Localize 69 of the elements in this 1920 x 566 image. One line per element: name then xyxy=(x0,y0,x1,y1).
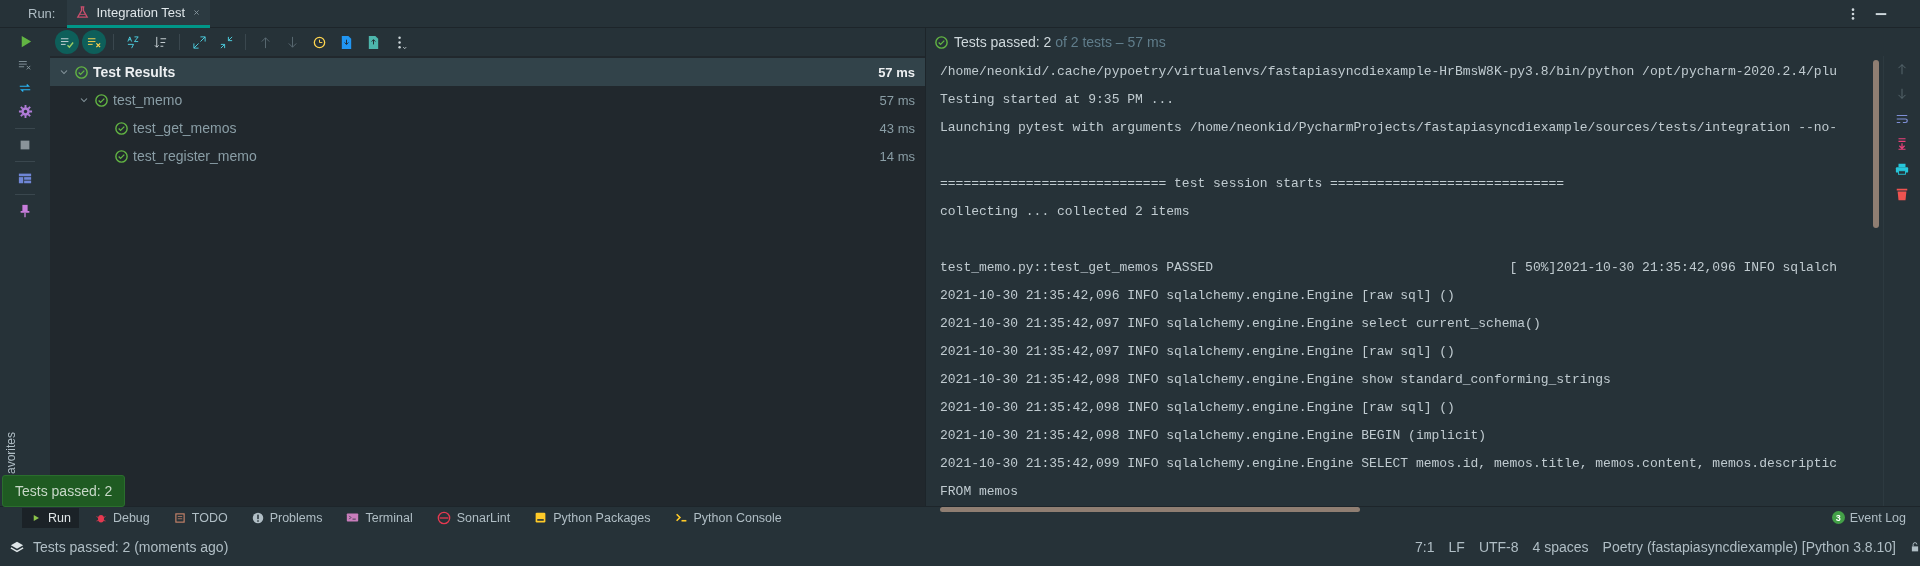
trash-icon[interactable] xyxy=(1895,187,1909,201)
favorites-label[interactable]: avorites xyxy=(4,431,18,474)
console-line: ============================= test session starts ============================== xyxy=(940,176,1565,191)
console-line: 2021-10-30 21:35:42,098 INFO sqlalchemy.engine.Engine BEGIN (implicit) xyxy=(940,428,1487,443)
horizontal-scrollbar[interactable] xyxy=(940,507,1360,512)
status-item[interactable]: 4 spaces xyxy=(1532,539,1589,556)
console-line: 2021-10-30 21:35:42,098 INFO sqlalchemy.engine.Engine show standard_conforming_strings xyxy=(940,372,1611,387)
console-line: 2021-10-30 21:35:42,098 INFO sqlalchemy.engine.Engine [raw sql] () xyxy=(940,400,1455,415)
list-box-icon[interactable] xyxy=(173,511,186,524)
print-icon[interactable] xyxy=(1895,162,1909,176)
console-line: 2021-10-30 21:35:42,099 INFO sqlalchemy.engine.Engine SELECT memos.id, memos.title, memos.content, memos.descriptic xyxy=(940,456,1838,471)
collapse-icon[interactable] xyxy=(218,34,234,50)
run-label: Run: xyxy=(28,6,56,21)
layout-icon[interactable] xyxy=(18,171,32,185)
console-line: 2021-10-30 21:35:42,097 INFO sqlalchemy.engine.Engine select current_schema() xyxy=(940,316,1541,331)
pin-icon[interactable] xyxy=(18,204,32,218)
exclamation-icon[interactable] xyxy=(251,511,264,524)
check-circle-icon xyxy=(74,64,89,80)
console-line: test_memo.py::test_get_memos PASSED [ 50%]2021-10-30 21:35:42,096 INFO sqlalch xyxy=(940,260,1838,275)
event-log-button[interactable]: Event Log xyxy=(1849,510,1906,525)
test-tree-row[interactable]: test_get_memos 43 ms xyxy=(50,114,925,142)
tool-window-tab[interactable]: SonarLint xyxy=(428,507,519,528)
test-tree-row[interactable]: test_register_memo 14 ms xyxy=(50,142,925,170)
console-line: Launching pytest with arguments /home/neonkid/PycharmProjects/fastapiasyncdiexample/sources/tests/integration --no- xyxy=(940,120,1838,135)
console-line: Testing started at 9:35 PM ... xyxy=(940,92,1175,107)
status-item[interactable]: UTF-8 xyxy=(1478,539,1519,556)
tool-window-tab[interactable]: Terminal xyxy=(338,507,421,528)
console-line: collecting ... collected 2 items xyxy=(940,204,1190,219)
status-item[interactable]: 7:1 xyxy=(1415,539,1435,556)
status-item[interactable]: LF xyxy=(1448,539,1465,556)
sort-alpha-icon[interactable] xyxy=(125,34,141,50)
tool-window-tab[interactable]: Debug xyxy=(86,507,158,528)
status-item[interactable]: Poetry (fastapiasyncdiexample) [Python 3.8.10] xyxy=(1602,539,1896,556)
tool-window-tab[interactable]: Python Console xyxy=(666,507,790,528)
tool-window-tab[interactable]: Run xyxy=(22,507,79,528)
tool-window-tab[interactable]: TODO xyxy=(165,507,236,528)
no-entry-icon[interactable] xyxy=(436,510,451,525)
history-icon[interactable] xyxy=(311,34,327,50)
tooltip: Tests passed: 2 xyxy=(2,475,126,507)
test-tree-row[interactable]: Test Results 57 ms xyxy=(50,58,925,86)
terminal-icon[interactable] xyxy=(346,511,360,525)
soft-wrap-icon[interactable] xyxy=(1895,112,1909,126)
console-line: 2021-10-30 21:35:42,097 INFO sqlalchemy.engine.Engine [raw sql] () xyxy=(940,344,1455,359)
tool-window-tab[interactable]: Problems xyxy=(243,507,331,528)
check-circle-icon xyxy=(934,34,949,50)
layers-icon[interactable] xyxy=(10,540,24,555)
prompt-icon[interactable] xyxy=(674,511,688,525)
tab[interactable]: Integration Test xyxy=(67,0,211,28)
sort-duration-icon[interactable] xyxy=(152,34,168,50)
test-summary: Tests passed: 2 of 2 tests – 57 ms xyxy=(954,34,1166,50)
test-tree-row[interactable]: test_memo 57 ms xyxy=(50,86,925,114)
flask-icon xyxy=(75,5,91,20)
rerun-arrows-icon[interactable] xyxy=(18,81,32,95)
package-icon[interactable] xyxy=(534,511,548,525)
check-circle-icon xyxy=(114,148,129,164)
tool-window-tab[interactable]: Python Packages xyxy=(526,507,659,528)
lock-icon[interactable] xyxy=(1910,541,1920,554)
expand-icon[interactable] xyxy=(191,34,207,50)
console-line: FROM memos xyxy=(940,484,1018,499)
settings-icon[interactable] xyxy=(17,104,33,119)
notification-count-badge: 3 xyxy=(1831,511,1845,525)
stop-icon[interactable] xyxy=(18,138,32,152)
console-line: 2021-10-30 21:35:42,096 INFO sqlalchemy.engine.Engine [raw sql] () xyxy=(940,288,1455,303)
status-message[interactable]: Tests passed: 2 (moments ago) xyxy=(33,539,229,556)
console-line: /home/neonkid/.cache/pypoetry/virtualenvs/fastapiasyncdiexample-HrBmsW8K-py3.8/bin/python /opt/pycharm-2020.2.4/plu xyxy=(940,64,1838,79)
check-circle-icon xyxy=(94,92,109,108)
check-circle-icon xyxy=(114,120,129,136)
clear-filter-icon[interactable] xyxy=(18,58,32,72)
vertical-scrollbar[interactable] xyxy=(1873,60,1879,228)
